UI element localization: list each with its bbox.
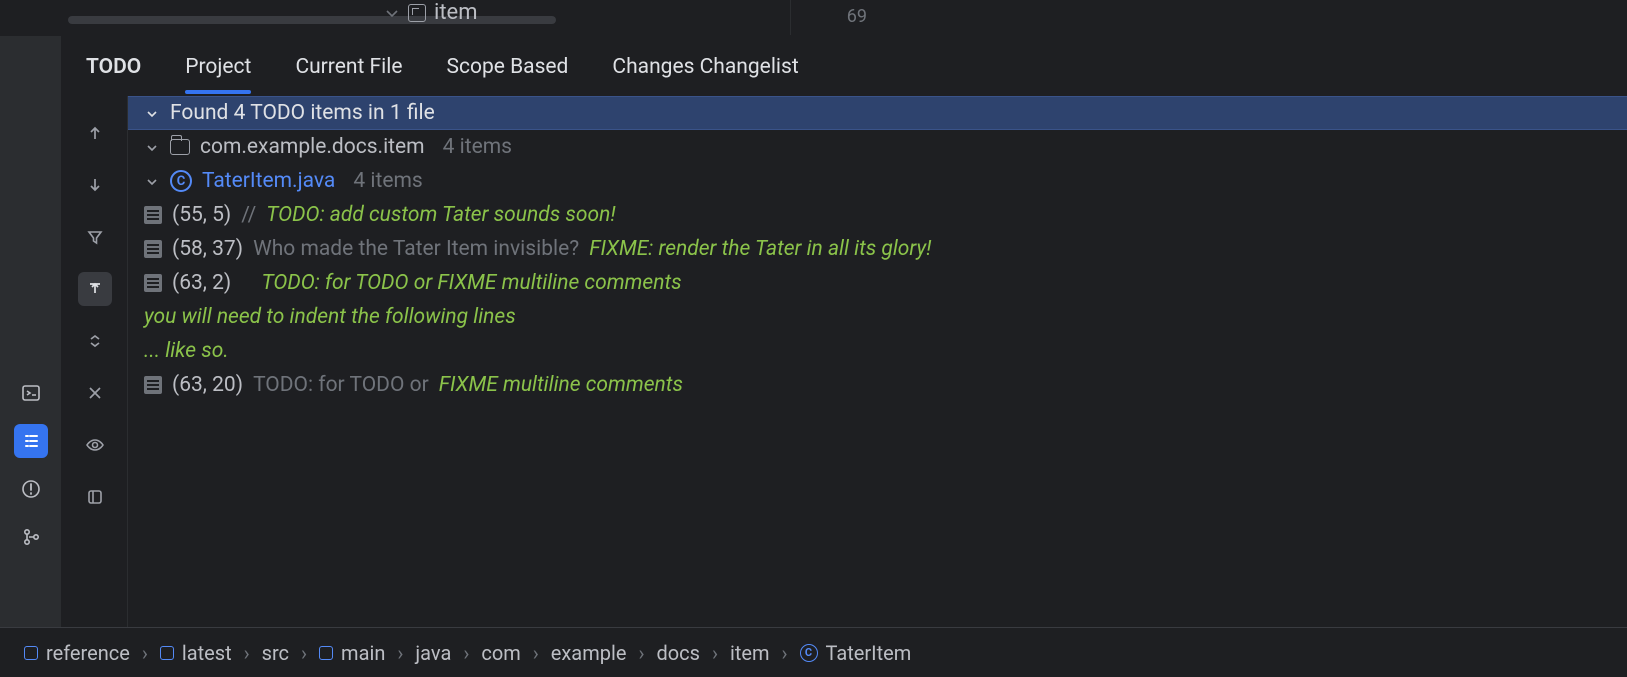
line-column-indicator: 69 — [847, 6, 867, 27]
todo-text-segment: FIXME multiline comments — [439, 373, 683, 397]
breadcrumb-item[interactable]: example — [551, 641, 627, 665]
module-icon — [24, 646, 38, 660]
todo-item-row[interactable]: (63, 2) TODO: for TODO or FIXME multilin… — [128, 266, 1627, 300]
todo-title: TODO — [86, 49, 141, 93]
tab-current-file[interactable]: Current File — [295, 49, 402, 93]
breadcrumb-item[interactable]: main — [319, 641, 385, 665]
expand-collapse-icon[interactable] — [78, 324, 112, 358]
chevron-right-icon: › — [244, 641, 250, 665]
breadcrumb-item[interactable]: reference — [24, 641, 130, 665]
breadcrumb-item[interactable]: docs — [656, 641, 699, 665]
chevron-right-icon: › — [533, 641, 539, 665]
package-count: 4 items — [443, 135, 512, 159]
todo-tabs: TODO Project Current File Scope Based Ch… — [62, 36, 1627, 96]
close-icon[interactable] — [78, 376, 112, 410]
chevron-down-icon — [384, 5, 400, 21]
breadcrumb-item[interactable]: item — [730, 641, 770, 665]
todo-item-icon — [144, 240, 162, 258]
open-file-tab[interactable]: item — [384, 0, 478, 25]
module-icon — [160, 646, 174, 660]
todo-item-row[interactable]: (63, 20) TODO: for TODO or FIXME multili… — [128, 368, 1627, 402]
todo-text-segment: you will need to indent the following li… — [144, 305, 516, 329]
chevron-right-icon: › — [638, 641, 644, 665]
chevron-down-icon — [144, 141, 160, 155]
breadcrumb-item[interactable]: CTaterItem — [800, 641, 912, 665]
todo-text-segment: FIXME: render the Tater in all its glory… — [589, 237, 931, 261]
todo-position: (63, 20) — [172, 373, 243, 397]
chevron-right-icon: › — [142, 641, 148, 665]
autoscroll-icon[interactable] — [78, 272, 112, 306]
arrow-up-icon[interactable] — [78, 116, 112, 150]
editor-tab-bar: item 69 — [0, 0, 1627, 36]
breadcrumb-item[interactable]: com — [481, 641, 520, 665]
todo-text-segment: // — [241, 203, 256, 227]
todo-position: (55, 5) — [172, 203, 231, 227]
preview-icon[interactable] — [78, 428, 112, 462]
breadcrumb-item[interactable]: latest — [160, 641, 232, 665]
todo-text-segment: Who made the Tater Item invisible? — [253, 237, 579, 261]
todo-text-segment: ... like so. — [144, 339, 229, 363]
tree-summary-text: Found 4 TODO items in 1 file — [170, 101, 435, 125]
tree-package-row[interactable]: com.example.docs.item 4 items — [128, 130, 1627, 164]
folder-icon — [170, 139, 190, 155]
todo-item-row[interactable]: (55, 5) // TODO: add custom Tater sounds… — [128, 198, 1627, 232]
todo-item-icon — [144, 376, 162, 394]
horizontal-scrollbar[interactable] — [68, 16, 556, 24]
chevron-right-icon: › — [712, 641, 718, 665]
separator — [790, 0, 791, 35]
class-icon: C — [170, 170, 192, 192]
package-name: com.example.docs.item — [200, 135, 425, 159]
chevron-down-icon — [144, 107, 160, 121]
todo-item-icon — [144, 206, 162, 224]
chevron-right-icon: › — [301, 641, 307, 665]
terminal-tool-icon[interactable] — [14, 376, 48, 410]
todo-item-row[interactable]: (58, 37) Who made the Tater Item invisib… — [128, 232, 1627, 266]
vcs-tool-icon[interactable] — [14, 520, 48, 554]
todo-item-icon — [144, 274, 162, 292]
file-count: 4 items — [353, 169, 422, 193]
todo-text-segment: TODO: for TODO or FIXME multiline commen… — [241, 271, 681, 295]
breadcrumb: reference › latest › src › main › java ›… — [0, 627, 1627, 677]
breadcrumb-item[interactable]: src — [262, 641, 289, 665]
todo-item-continuation: you will need to indent the following li… — [128, 300, 1627, 334]
problems-tool-icon[interactable] — [14, 472, 48, 506]
file-name: TaterItem.java — [202, 169, 335, 193]
file-icon — [408, 4, 426, 22]
file-name: item — [434, 0, 478, 25]
filter-icon[interactable] — [78, 220, 112, 254]
tab-scope-based[interactable]: Scope Based — [447, 49, 569, 93]
left-tool-strip — [0, 36, 62, 627]
arrow-down-icon[interactable] — [78, 168, 112, 202]
tab-project[interactable]: Project — [185, 49, 251, 93]
tree-file-row[interactable]: C TaterItem.java 4 items — [128, 164, 1627, 198]
chevron-right-icon: › — [463, 641, 469, 665]
todo-tool-icon[interactable] — [14, 424, 48, 458]
todo-text-segment: TODO: add custom Tater sounds soon! — [266, 203, 615, 227]
tree-summary-row[interactable]: Found 4 TODO items in 1 file — [128, 96, 1627, 130]
todo-tree: Found 4 TODO items in 1 file com.example… — [128, 96, 1627, 627]
todo-item-continuation: ... like so. — [128, 334, 1627, 368]
chevron-right-icon: › — [397, 641, 403, 665]
module-icon — [319, 646, 333, 660]
todo-text-segment: TODO: for TODO or — [253, 373, 429, 397]
todo-toolbar — [62, 96, 128, 627]
breadcrumb-item[interactable]: java — [415, 641, 451, 665]
class-icon: C — [800, 644, 818, 662]
chevron-down-icon — [144, 175, 160, 189]
todo-panel: TODO Project Current File Scope Based Ch… — [62, 36, 1627, 627]
tab-changes-changelist[interactable]: Changes Changelist — [612, 49, 798, 93]
todo-position: (58, 37) — [172, 237, 243, 261]
todo-position: (63, 2) — [172, 271, 231, 295]
layout-icon[interactable] — [78, 480, 112, 514]
chevron-right-icon: › — [782, 641, 788, 665]
